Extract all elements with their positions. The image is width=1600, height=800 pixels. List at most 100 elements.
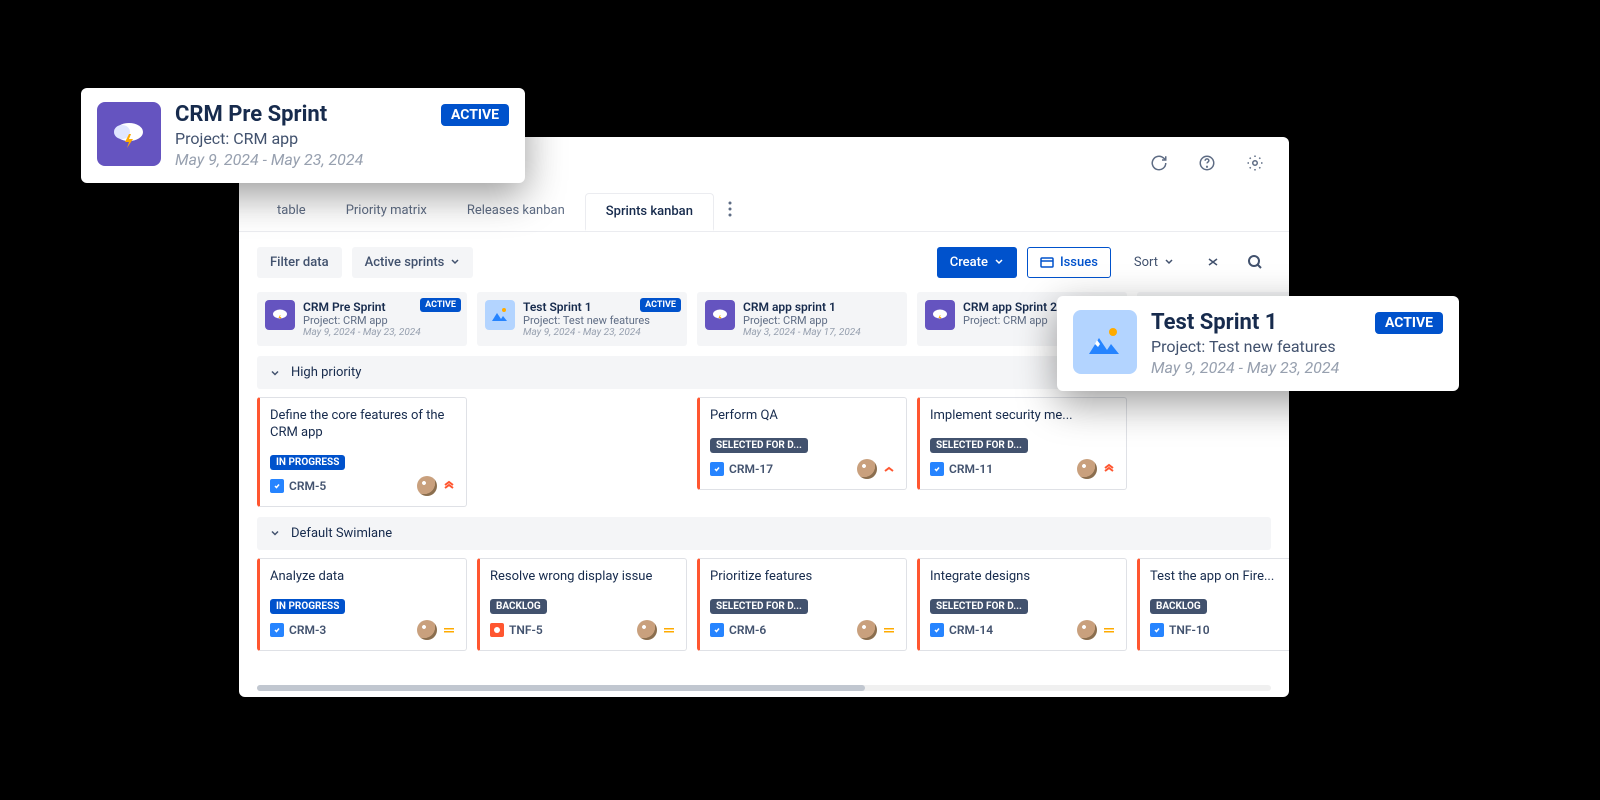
issue-card[interactable]: Prioritize features SELECTED FOR D... CR… (697, 558, 907, 651)
swimlane-header[interactable]: Default Swimlane (257, 517, 1271, 550)
callout-crm-pre-sprint: CRM Pre Sprint ACTIVE Project: CRM app M… (81, 88, 525, 183)
more-tabs-icon[interactable] (714, 191, 746, 231)
task-icon (710, 462, 724, 476)
issue-key: CRM-6 (729, 623, 766, 637)
callout-project: Project: Test new features (1151, 337, 1443, 356)
card-title: Analyze data (270, 569, 456, 586)
search-icon[interactable] (1239, 246, 1271, 278)
issue-card[interactable]: Integrate designs SELECTED FOR D... CRM-… (917, 558, 1127, 651)
issues-label: Issues (1060, 255, 1098, 270)
status-badge: IN PROGRESS (270, 455, 345, 470)
issue-card[interactable]: Perform QA SELECTED FOR D... CRM-17 (697, 397, 907, 490)
sprint-dates: May 3, 2024 - May 17, 2024 (743, 327, 899, 338)
issue-card[interactable]: Analyze data IN PROGRESS CRM-3 (257, 558, 467, 651)
tab-table[interactable]: table (257, 193, 326, 230)
gear-icon[interactable] (1239, 147, 1271, 179)
assignee-avatar[interactable] (857, 620, 877, 640)
priority-icon (662, 623, 676, 637)
card-title: Perform QA (710, 408, 896, 425)
priority-icon (1102, 623, 1116, 637)
assignee-avatar[interactable] (1077, 620, 1097, 640)
mountain-icon (1073, 310, 1137, 374)
status-badge: SELECTED FOR D... (710, 438, 808, 453)
assignee-avatar[interactable] (857, 459, 877, 479)
issue-card[interactable]: Test the app on Fire... BACKLOG TNF-10 (1137, 558, 1289, 651)
assignee-avatar[interactable] (417, 476, 437, 496)
card-title: Implement security me... (930, 408, 1116, 425)
cloud-thunder-icon (97, 102, 161, 166)
priority-icon (1102, 462, 1116, 476)
create-button[interactable]: Create (937, 247, 1017, 278)
sprint-column-header[interactable]: CRM Pre Sprint Project: CRM app May 9, 2… (257, 292, 467, 346)
cards-column: Resolve wrong display issue BACKLOG TNF-… (477, 558, 687, 651)
task-icon (930, 462, 944, 476)
issue-card[interactable]: Resolve wrong display issue BACKLOG TNF-… (477, 558, 687, 651)
cards-column: Analyze data IN PROGRESS CRM-3 (257, 558, 467, 651)
task-icon (1150, 623, 1164, 637)
assignee-avatar[interactable] (417, 620, 437, 640)
sprint-column-header[interactable]: Test Sprint 1 Project: Test new features… (477, 292, 687, 346)
cards-column (477, 397, 687, 507)
callout-title: Test Sprint 1 (1151, 310, 1277, 335)
collapse-icon[interactable] (1197, 246, 1229, 278)
sprint-project: Project: CRM app (743, 314, 899, 327)
card-title: Resolve wrong display issue (490, 569, 676, 586)
card-title: Test the app on Fire... (1150, 569, 1289, 586)
sprint-name: CRM app sprint 1 (743, 300, 899, 314)
sort-dropdown[interactable]: Sort (1121, 247, 1187, 278)
callout-dates: May 9, 2024 - May 23, 2024 (1151, 358, 1443, 377)
cloud-thunder-icon (705, 300, 735, 330)
task-icon (710, 623, 724, 637)
cards-column: Prioritize features SELECTED FOR D... CR… (697, 558, 907, 651)
issue-key: CRM-11 (949, 462, 993, 476)
status-badge: SELECTED FOR D... (930, 438, 1028, 453)
tabs: table Priority matrix Releases kanban Sp… (239, 191, 1289, 232)
issue-key: CRM-5 (289, 479, 326, 493)
sprint-project: Project: CRM app (303, 314, 459, 327)
assignee-avatar[interactable] (1077, 459, 1097, 479)
cards-column (1137, 397, 1289, 507)
status-badge: IN PROGRESS (270, 599, 345, 614)
horizontal-scrollbar[interactable] (257, 685, 1271, 691)
issue-key: CRM-17 (729, 462, 773, 476)
issue-card[interactable]: Implement security me... SELECTED FOR D.… (917, 397, 1127, 490)
card-title: Define the core features of the CRM app (270, 408, 456, 442)
sprint-column-header[interactable]: CRM app sprint 1 Project: CRM app May 3,… (697, 292, 907, 346)
tab-sprints-kanban[interactable]: Sprints kanban (585, 193, 714, 231)
issue-card[interactable]: Define the core features of the CRM app … (257, 397, 467, 507)
status-badge: SELECTED FOR D... (710, 599, 808, 614)
cards-row: Define the core features of the CRM app … (239, 389, 1289, 507)
cards-column: Define the core features of the CRM app … (257, 397, 467, 507)
tab-priority-matrix[interactable]: Priority matrix (326, 193, 447, 230)
issue-key: TNF-5 (509, 623, 543, 637)
mountain-icon (485, 300, 515, 330)
callout-test-sprint-1: Test Sprint 1 ACTIVE Project: Test new f… (1057, 296, 1459, 391)
priority-icon (442, 623, 456, 637)
issues-button[interactable]: Issues (1027, 247, 1111, 278)
task-icon (930, 623, 944, 637)
help-icon[interactable] (1191, 147, 1223, 179)
active-sprints-label: Active sprints (365, 255, 445, 270)
cards-row: Analyze data IN PROGRESS CRM-3 Resolve w… (239, 550, 1289, 651)
priority-icon (882, 462, 896, 476)
cards-column: Implement security me... SELECTED FOR D.… (917, 397, 1127, 507)
callout-title: CRM Pre Sprint (175, 102, 327, 127)
create-label: Create (950, 255, 988, 270)
task-icon (270, 479, 284, 493)
bug-icon (490, 623, 504, 637)
active-sprints-dropdown[interactable]: Active sprints (352, 247, 474, 278)
sprint-dates: May 9, 2024 - May 23, 2024 (303, 327, 459, 338)
status-badge: BACKLOG (490, 599, 547, 614)
tab-releases-kanban[interactable]: Releases kanban (447, 193, 585, 230)
cards-column: Integrate designs SELECTED FOR D... CRM-… (917, 558, 1127, 651)
sort-label: Sort (1134, 255, 1158, 270)
cloud-thunder-icon (925, 300, 955, 330)
task-icon (270, 623, 284, 637)
refresh-icon[interactable] (1143, 147, 1175, 179)
active-badge: ACTIVE (441, 104, 509, 126)
sprint-dates: May 9, 2024 - May 23, 2024 (523, 327, 679, 338)
callout-dates: May 9, 2024 - May 23, 2024 (175, 150, 509, 169)
assignee-avatar[interactable] (637, 620, 657, 640)
filter-button[interactable]: Filter data (257, 247, 342, 278)
chevron-down-icon (269, 527, 281, 539)
